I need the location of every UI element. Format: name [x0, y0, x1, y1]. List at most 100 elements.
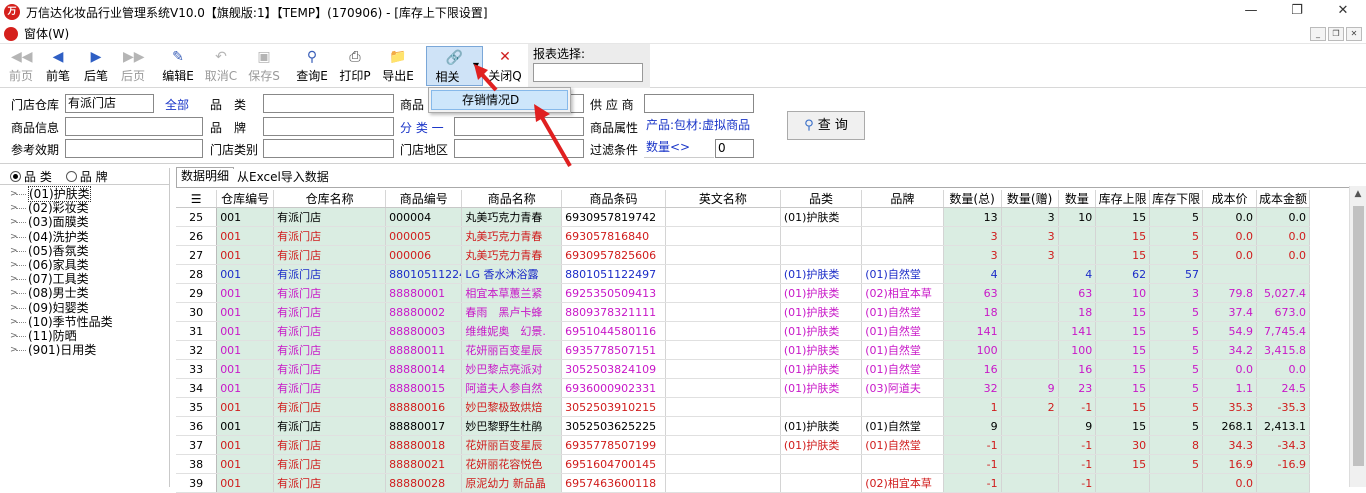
table-row[interactable]: 34 001 有派门店 88880015 阿道夫人参自然 6936000902331 (01…	[176, 378, 1311, 398]
table-cell[interactable]	[780, 454, 863, 474]
tree-node[interactable]: > (09)妇婴类	[0, 301, 169, 315]
table-cell[interactable]	[665, 378, 781, 398]
table-cell[interactable]	[665, 321, 781, 341]
column-header[interactable]: 商品名称	[461, 190, 563, 208]
table-cell[interactable]: 001	[216, 359, 275, 379]
column-header[interactable]: 数量	[1058, 190, 1097, 208]
table-cell[interactable]: (03)阿道夫	[861, 378, 944, 398]
table-row[interactable]: 30 001 有派门店 88880002 春雨 黑卢卡蜂 8809378321111 (01…	[176, 302, 1311, 322]
table-cell[interactable]: 有派门店	[273, 454, 387, 474]
table-cell[interactable]: 3052503824109	[561, 359, 666, 379]
cond-select[interactable]: 数量<>	[644, 139, 714, 158]
store-all-link[interactable]: 全部	[165, 96, 189, 113]
table-cell[interactable]	[1001, 302, 1059, 322]
table-cell[interactable]: 0.0	[1202, 207, 1257, 227]
table-cell[interactable]: -1	[1058, 397, 1097, 417]
minimize-icon[interactable]: —	[1228, 0, 1274, 24]
table-cell[interactable]: 0.0	[1256, 359, 1311, 379]
table-cell[interactable]: 维维妮奥 幻景.	[461, 321, 563, 341]
table-cell[interactable]: 原泥幼力 新品晶	[461, 473, 563, 493]
table-cell[interactable]: 8801051122497	[561, 264, 666, 284]
scroll-thumb[interactable]	[1353, 206, 1364, 466]
table-cell[interactable]: 5	[1149, 340, 1204, 360]
table-cell[interactable]: 15	[1095, 378, 1151, 398]
attr-value[interactable]: 产品:包材:虚拟商品	[644, 117, 754, 136]
table-cell[interactable]: 0.0	[1202, 226, 1257, 246]
table-cell[interactable]	[665, 473, 781, 493]
table-cell[interactable]: 88010511224	[385, 264, 463, 284]
table-cell[interactable]	[861, 226, 944, 246]
tree-node[interactable]: > (07)工具类	[0, 272, 169, 286]
table-cell[interactable]: 丸美巧克力青春	[461, 245, 563, 265]
table-cell[interactable]: (01)护肤类	[780, 321, 863, 341]
table-cell[interactable]: 相宜本草蕙兰紧	[461, 283, 563, 303]
column-header[interactable]: 库存下限	[1149, 190, 1204, 208]
table-cell[interactable]	[861, 245, 944, 265]
table-cell[interactable]: 6930957819742	[561, 207, 666, 227]
table-cell[interactable]	[665, 264, 781, 284]
last-page-button[interactable]: ▶▶ 后页	[116, 46, 150, 86]
table-cell[interactable]: 673.0	[1256, 302, 1311, 322]
table-cell[interactable]: 妙巴黎点亮派对	[461, 359, 563, 379]
mdi-restore-icon[interactable]: ❐	[1328, 27, 1344, 41]
table-cell[interactable]	[665, 226, 781, 246]
table-row[interactable]: 31 001 有派门店 88880003 维维妮奥 幻景. 6951044580116 (0…	[176, 321, 1311, 341]
table-cell[interactable]: 16	[943, 359, 1002, 379]
table-cell[interactable]: (01)自然堂	[861, 416, 944, 436]
table-cell[interactable]: 001	[216, 226, 275, 246]
table-cell[interactable]: 001	[216, 283, 275, 303]
table-cell[interactable]: 88880015	[385, 378, 463, 398]
ref-input[interactable]	[65, 139, 203, 158]
table-cell[interactable]: -1	[1058, 454, 1097, 474]
table-cell[interactable]: (01)护肤类	[780, 435, 863, 455]
table-cell[interactable]: 有派门店	[273, 340, 387, 360]
table-cell[interactable]: 15	[1095, 302, 1151, 322]
table-cell[interactable]: 57	[1149, 264, 1204, 284]
table-cell[interactable]: 141	[1058, 321, 1097, 341]
table-cell[interactable]: 春雨 黑卢卡蜂	[461, 302, 563, 322]
goods-info-input[interactable]	[65, 117, 203, 136]
table-cell[interactable]	[1149, 473, 1204, 493]
table-cell[interactable]: -1	[943, 454, 1002, 474]
table-cell[interactable]: 5	[1149, 207, 1204, 227]
tree-node[interactable]: > (11)防晒	[0, 329, 169, 343]
table-cell[interactable]: 001	[216, 435, 275, 455]
store-type-input[interactable]	[263, 139, 394, 158]
table-cell[interactable]: 63	[943, 283, 1002, 303]
table-cell[interactable]: 5	[1149, 378, 1204, 398]
table-cell[interactable]: 4	[1058, 264, 1097, 284]
table-cell[interactable]	[665, 454, 781, 474]
table-cell[interactable]: 88880018	[385, 435, 463, 455]
table-cell[interactable]: 7,745.4	[1256, 321, 1311, 341]
table-cell[interactable]: 有派门店	[273, 397, 387, 417]
table-row[interactable]: 32 001 有派门店 88880011 花妍丽百变星辰 6935778507151 (01…	[176, 340, 1311, 360]
table-row[interactable]: 39 001 有派门店 88880028 原泥幼力 新品晶 6957463600118 (0…	[176, 473, 1311, 493]
table-cell[interactable]: 有派门店	[273, 302, 387, 322]
table-cell[interactable]: -1	[1058, 473, 1097, 493]
table-cell[interactable]: 有派门店	[273, 264, 387, 284]
restore-icon[interactable]: ❐	[1274, 0, 1320, 24]
table-cell[interactable]	[1001, 454, 1059, 474]
table-cell[interactable]: (02)相宜本草	[861, 283, 944, 303]
table-cell[interactable]: (01)护肤类	[780, 359, 863, 379]
table-cell[interactable]	[1001, 340, 1059, 360]
table-cell[interactable]	[665, 207, 781, 227]
column-header[interactable]: 品牌	[861, 190, 944, 208]
table-cell[interactable]: 79.8	[1202, 283, 1257, 303]
table-cell[interactable]: -1	[943, 473, 1002, 493]
table-cell[interactable]: 花妍丽花容悦色	[461, 454, 563, 474]
table-cell[interactable]: 16	[1058, 359, 1097, 379]
table-cell[interactable]	[861, 397, 944, 417]
table-row[interactable]: 36 001 有派门店 88880017 妙巴黎野生杜鹃 3052503625225 (01…	[176, 416, 1311, 436]
table-cell[interactable]: 001	[216, 264, 275, 284]
table-cell[interactable]: 2,413.1	[1256, 416, 1311, 436]
table-cell[interactable]: 花妍丽百变星辰	[461, 340, 563, 360]
tree-node[interactable]: > (06)家具类	[0, 258, 169, 272]
table-cell[interactable]: 23	[1058, 378, 1097, 398]
table-cell[interactable]	[780, 245, 863, 265]
table-cell[interactable]: 001	[216, 416, 275, 436]
table-cell[interactable]	[665, 397, 781, 417]
table-cell[interactable]: 34.3	[1202, 435, 1257, 455]
tree-node[interactable]: > (02)彩妆类	[0, 201, 169, 215]
table-cell[interactable]: 15	[1095, 397, 1151, 417]
